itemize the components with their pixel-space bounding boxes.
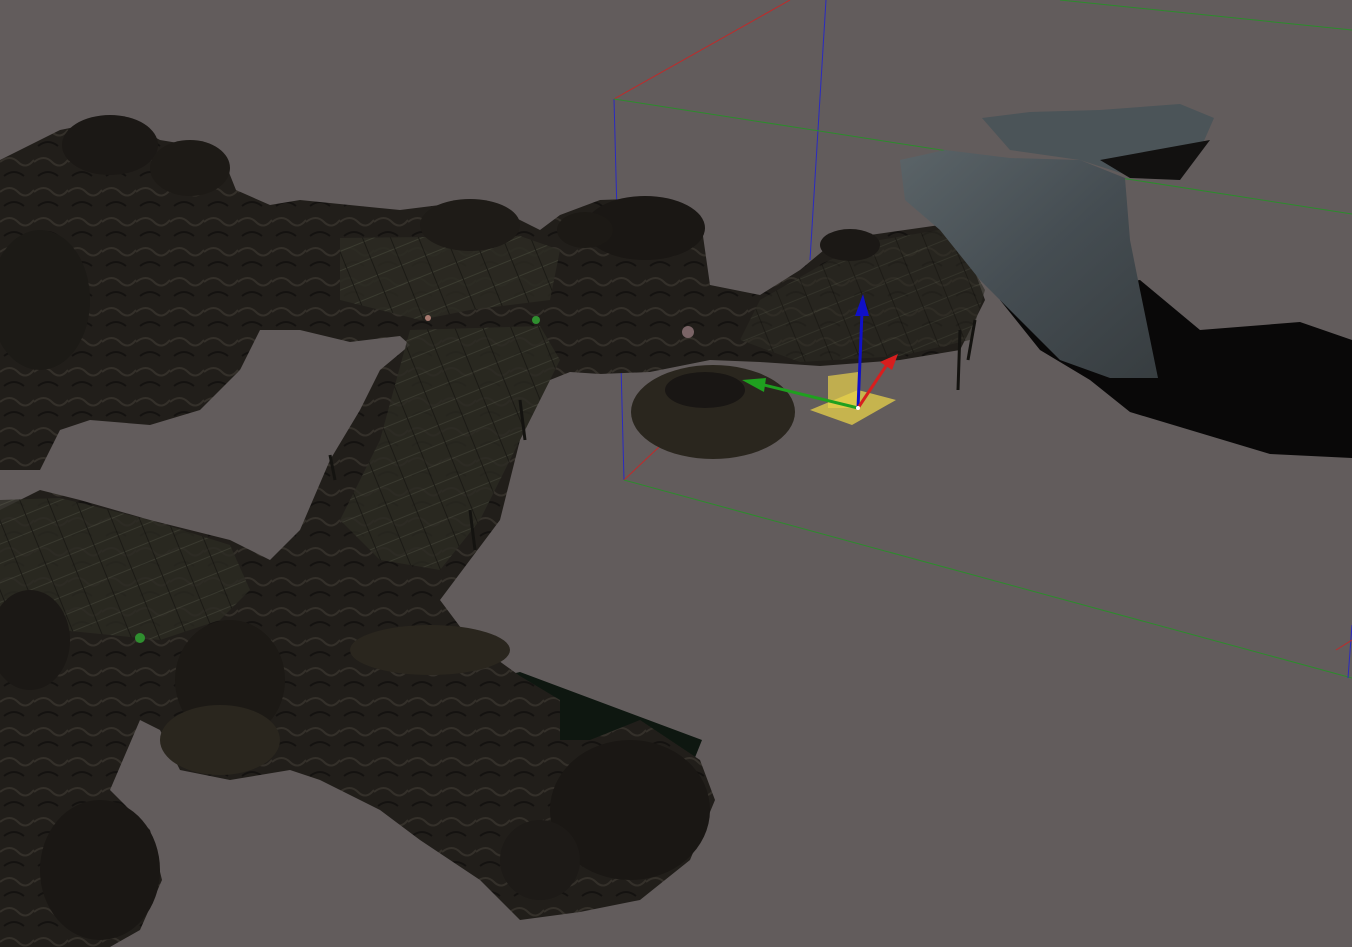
bbox-y-edge [1059,0,1352,31]
bbox-x-edge [613,0,791,100]
3d-viewport[interactable] [0,0,1352,947]
green-marker[interactable] [135,633,145,643]
pink-marker[interactable] [682,326,694,338]
terrain-mesh[interactable] [0,115,985,947]
boulder[interactable] [820,229,880,261]
gizmo-origin[interactable] [856,406,860,410]
boulder[interactable] [40,800,160,940]
boulder[interactable] [500,820,580,900]
dirt-platform[interactable] [350,625,510,675]
boulder[interactable] [62,115,158,175]
dirt-platform-rock[interactable] [665,372,745,408]
scene-canvas[interactable] [0,0,1352,947]
bbox-x-edge [623,445,661,481]
boulder[interactable] [150,140,230,196]
dirt-platform[interactable] [160,705,280,775]
pink-marker[interactable] [425,315,431,321]
bbox-y-edge [623,479,1352,679]
bbox-x-edge [1335,639,1352,651]
bbox-z-edge [1347,624,1352,679]
boulder[interactable] [557,212,613,248]
green-marker[interactable] [532,316,540,324]
boulder[interactable] [420,199,520,251]
